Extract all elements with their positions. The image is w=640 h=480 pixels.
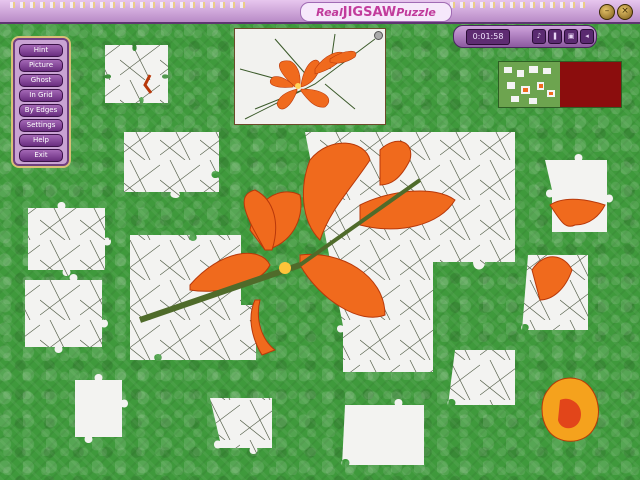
title-bar: Real JIGSAW Puzzle – × <box>0 0 640 24</box>
minimize-icon[interactable]: – <box>599 4 615 20</box>
minimap-pieces <box>504 66 555 104</box>
preview-flower-picture <box>235 29 385 124</box>
preview-close-icon[interactable] <box>374 31 383 40</box>
picture-button[interactable]: Picture <box>19 59 63 72</box>
floral-decoration <box>10 2 250 8</box>
help-button[interactable]: Help <box>19 134 63 147</box>
settings-button[interactable]: Settings <box>19 119 63 132</box>
pause-icon[interactable]: ❚ <box>548 29 562 44</box>
preview-image[interactable] <box>234 28 386 125</box>
logo-puzzle: Puzzle <box>396 5 436 19</box>
close-icon[interactable]: × <box>617 4 633 20</box>
app-logo: Real JIGSAW Puzzle <box>300 2 452 22</box>
ghost-button[interactable]: Ghost <box>19 74 63 87</box>
minimap[interactable] <box>498 61 622 108</box>
timer-display: 0:01:58 <box>466 29 510 45</box>
sound-icon[interactable]: ♪ <box>532 29 546 44</box>
speaker-icon[interactable]: ◂ <box>580 29 594 44</box>
hint-button[interactable]: Hint <box>19 44 63 57</box>
by-edges-button[interactable]: By Edges <box>19 104 63 117</box>
pieces-icon[interactable]: ▣ <box>564 29 578 44</box>
timer-panel: 0:01:58 ♪ ❚ ▣ ◂ <box>453 25 597 48</box>
logo-jigsaw: JIGSAW <box>342 4 397 20</box>
in-grid-button[interactable]: In Grid <box>19 89 63 102</box>
logo-real: Real <box>316 5 343 19</box>
exit-button[interactable]: Exit <box>19 149 63 162</box>
side-menu: Hint Picture Ghost In Grid By Edges Sett… <box>13 38 69 166</box>
minimap-viewport[interactable] <box>560 62 621 107</box>
